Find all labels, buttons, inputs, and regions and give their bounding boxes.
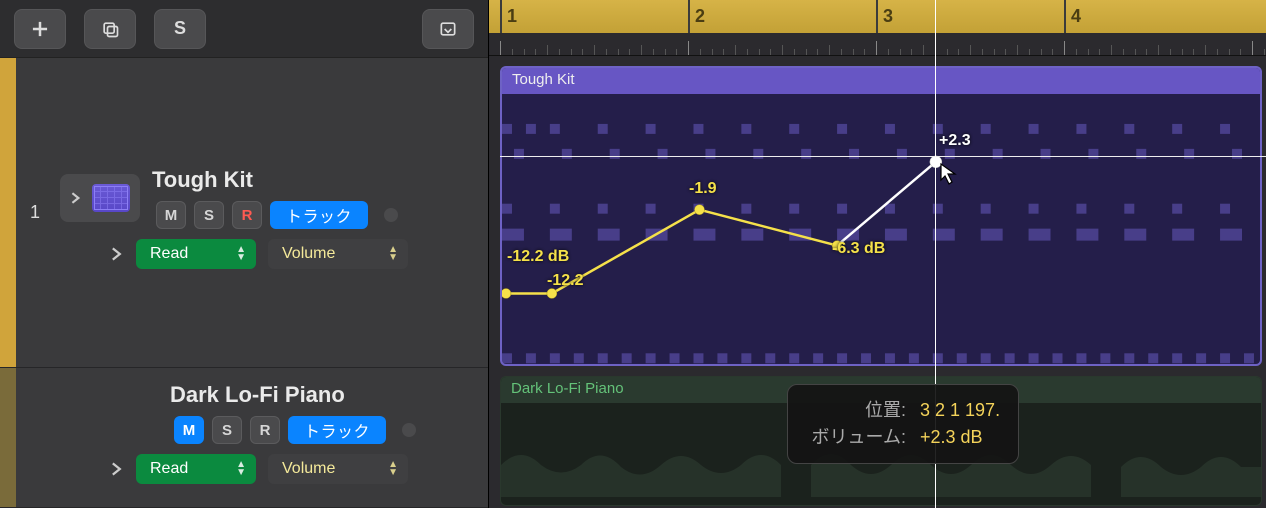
automation-value-label: -1.9 xyxy=(689,180,717,198)
automation-scope-button[interactable]: トラック xyxy=(270,201,368,229)
chevron-right-icon[interactable] xyxy=(110,462,124,476)
chevron-right-icon xyxy=(70,192,82,204)
select-value: Volume xyxy=(282,460,335,478)
track-color-gutter xyxy=(0,368,16,507)
chevron-right-icon[interactable] xyxy=(110,247,124,261)
automation-value-label: +2.3 xyxy=(939,132,971,150)
arrange-area[interactable]: 1 2 3 4 Tough Kit xyxy=(489,0,1266,508)
updown-icon: ▲▼ xyxy=(236,246,246,262)
track-row[interactable]: 1 Tough Kit M S R xyxy=(0,58,488,368)
updown-icon: ▲▼ xyxy=(388,246,398,262)
duplicate-icon xyxy=(100,19,120,39)
status-dot xyxy=(384,208,398,222)
automation-value-label: -12.2 dB xyxy=(507,248,569,266)
automation-crosshair xyxy=(500,156,1266,157)
record-enable-button[interactable]: R xyxy=(232,201,262,229)
duplicate-track-button[interactable] xyxy=(84,9,136,49)
automation-param-select[interactable]: Volume ▲▼ xyxy=(268,239,408,269)
add-track-button[interactable] xyxy=(14,9,66,49)
midi-region-icon xyxy=(92,184,130,212)
automation-value-label: -6.3 dB xyxy=(832,240,885,258)
bar-number: 3 xyxy=(883,6,893,27)
inbox-icon xyxy=(438,19,458,39)
updown-icon: ▲▼ xyxy=(388,461,398,477)
tooltip-volume-value: +2.3 dB xyxy=(920,424,983,451)
track-list: 1 Tough Kit M S R xyxy=(0,58,488,508)
midi-region[interactable]: Tough Kit xyxy=(500,66,1262,366)
status-dot xyxy=(402,423,416,437)
track-number xyxy=(16,368,54,507)
mute-button[interactable]: M xyxy=(174,416,204,444)
mute-button[interactable]: M xyxy=(156,201,186,229)
track-header-panel: S 1 xyxy=(0,0,489,508)
track-row[interactable]: Dark Lo-Fi Piano M S R トラック Read xyxy=(0,368,488,508)
tooltip-position-value: 3 2 1 197. xyxy=(920,397,1000,424)
solo-button[interactable]: S xyxy=(212,416,242,444)
track-name[interactable]: Dark Lo-Fi Piano xyxy=(170,382,472,408)
track-number: 1 xyxy=(16,58,54,367)
tooltip-position-label: 位置: xyxy=(806,397,906,424)
track-chip[interactable] xyxy=(60,174,140,222)
region-header: Tough Kit xyxy=(502,68,1260,94)
track-toolbar: S xyxy=(0,0,488,58)
select-value: Read xyxy=(150,460,188,478)
bar-number: 2 xyxy=(695,6,705,27)
track-color-gutter xyxy=(0,58,16,367)
automation-value-label: -12.2 xyxy=(547,272,583,290)
automation-mode-select[interactable]: Read ▲▼ xyxy=(136,454,256,484)
automation-mode-select[interactable]: Read ▲▼ xyxy=(136,239,256,269)
record-enable-button[interactable]: R xyxy=(250,416,280,444)
updown-icon: ▲▼ xyxy=(236,461,246,477)
automation-scope-button[interactable]: トラック xyxy=(288,416,386,444)
tooltip-volume-label: ボリューム: xyxy=(806,424,906,451)
automation-curve[interactable] xyxy=(502,94,1260,366)
bar-number: 4 xyxy=(1071,6,1081,27)
hide-tracks-button[interactable] xyxy=(422,9,474,49)
automation-param-select[interactable]: Volume ▲▼ xyxy=(268,454,408,484)
solo-toggle-button[interactable]: S xyxy=(154,9,206,49)
select-value: Volume xyxy=(282,245,335,263)
track-name[interactable]: Tough Kit xyxy=(152,167,472,193)
select-value: Read xyxy=(150,245,188,263)
regions-area[interactable]: Tough Kit xyxy=(489,56,1266,508)
automation-tooltip: 位置: 3 2 1 197. ボリューム: +2.3 dB xyxy=(787,384,1019,464)
solo-button[interactable]: S xyxy=(194,201,224,229)
bar-number: 1 xyxy=(507,6,517,27)
timeline-ruler[interactable]: 1 2 3 4 xyxy=(489,0,1266,56)
plus-icon xyxy=(30,19,50,39)
